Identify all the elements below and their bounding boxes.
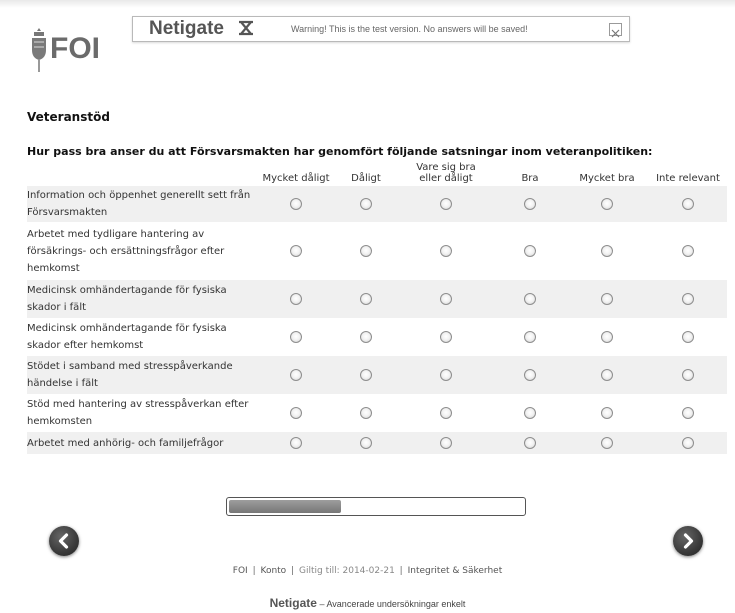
row-label: Medicinsk omhändertagande för fysiska sk… <box>27 280 257 318</box>
netigate-mark-icon <box>239 20 253 36</box>
radio-mycket-bra[interactable] <box>601 293 613 305</box>
footer-account-link[interactable]: Konto <box>260 566 286 576</box>
radio-bra[interactable] <box>524 331 536 343</box>
matrix-row: Stödet i samband med stresspåverkande hä… <box>27 356 727 394</box>
next-button[interactable] <box>673 526 703 556</box>
radio-inte-relevant[interactable] <box>682 331 694 343</box>
close-icon <box>611 29 620 38</box>
column-header: Mycket bra <box>579 173 635 184</box>
column-header: Dåligt <box>351 173 381 184</box>
radio-inte-relevant[interactable] <box>682 437 694 449</box>
top-shade <box>0 0 735 8</box>
warning-text: Warning! This is the test version. No an… <box>291 24 528 34</box>
radio-daligt[interactable] <box>360 198 372 210</box>
matrix-row: Information och öppenhet generellt sett … <box>27 186 727 222</box>
rating-matrix: Mycket dåligt Dåligt Vare sig bra eller … <box>27 160 727 454</box>
radio-bra[interactable] <box>524 293 536 305</box>
previous-button[interactable] <box>49 526 79 556</box>
radio-mycket-bra[interactable] <box>601 369 613 381</box>
radio-vare-sig[interactable] <box>440 437 452 449</box>
radio-mycket-daligt[interactable] <box>290 293 302 305</box>
matrix-row: Medicinsk omhändertagande för fysiska sk… <box>27 280 727 318</box>
footer-org-link[interactable]: FOI <box>233 566 248 576</box>
logo-text: FOI <box>50 32 100 65</box>
netigate-brand: Netigate <box>149 18 224 39</box>
radio-mycket-bra[interactable] <box>601 245 613 257</box>
radio-daligt[interactable] <box>360 245 372 257</box>
row-label: Arbetet med tydligare hantering av försä… <box>27 228 225 274</box>
matrix-corner <box>27 160 257 186</box>
radio-daligt[interactable] <box>360 293 372 305</box>
radio-mycket-bra[interactable] <box>601 331 613 343</box>
section-title: Veteranstöd <box>27 110 110 124</box>
radio-mycket-daligt[interactable] <box>290 369 302 381</box>
column-header: Mycket dåligt <box>262 173 330 184</box>
question-text: Hur pass bra anser du att Försvarsmakten… <box>27 145 653 158</box>
footer-privacy-link[interactable]: Integritet & Säkerhet <box>408 566 503 576</box>
powered-by: Netigate – Avancerade undersökningar enk… <box>0 596 735 610</box>
foi-logo: FOI <box>28 22 118 74</box>
radio-inte-relevant[interactable] <box>682 293 694 305</box>
column-header: Bra <box>521 173 539 184</box>
matrix-header-row: Mycket dåligt Dåligt Vare sig bra eller … <box>27 160 727 186</box>
progress-bar <box>226 497 526 516</box>
radio-mycket-bra[interactable] <box>601 198 613 210</box>
test-warning-bar: Netigate Warning! This is the test versi… <box>132 16 630 42</box>
row-label: Stödet i samband med stresspåverkande hä… <box>27 356 257 394</box>
row-label: Arbetet med anhörig- och familjefrågor <box>27 432 257 454</box>
radio-mycket-daligt[interactable] <box>290 331 302 343</box>
powered-tagline: – Avancerade undersökningar enkelt <box>319 599 466 609</box>
radio-bra[interactable] <box>524 407 536 419</box>
progress-fill <box>229 500 341 513</box>
footer-links: FOI | Konto | Giltig till: 2014-02-21 | … <box>0 566 735 576</box>
radio-mycket-daligt[interactable] <box>290 245 302 257</box>
radio-bra[interactable] <box>524 369 536 381</box>
radio-mycket-daligt[interactable] <box>290 407 302 419</box>
radio-daligt[interactable] <box>360 331 372 343</box>
footer-separator: | <box>291 566 295 576</box>
radio-mycket-bra[interactable] <box>601 407 613 419</box>
matrix-row: Arbetet med anhörig- och familjefrågor <box>27 432 727 454</box>
close-warning-button[interactable] <box>609 23 622 38</box>
radio-vare-sig[interactable] <box>440 407 452 419</box>
radio-daligt[interactable] <box>360 369 372 381</box>
crest-icon <box>32 28 46 72</box>
powered-brand: Netigate <box>269 596 317 610</box>
matrix-row: Stöd med hantering av stresspåverkan eft… <box>27 394 727 432</box>
chevron-left-icon <box>58 533 69 549</box>
radio-daligt[interactable] <box>360 407 372 419</box>
column-header: Inte relevant <box>656 173 720 184</box>
radio-vare-sig[interactable] <box>440 198 452 210</box>
radio-vare-sig[interactable] <box>440 293 452 305</box>
radio-vare-sig[interactable] <box>440 245 452 257</box>
radio-mycket-bra[interactable] <box>601 437 613 449</box>
row-label: Information och öppenhet generellt sett … <box>27 186 257 222</box>
footer-separator: | <box>252 566 256 576</box>
row-label: Medicinsk omhändertagande för fysiska sk… <box>27 323 227 351</box>
radio-mycket-daligt[interactable] <box>290 198 302 210</box>
radio-inte-relevant[interactable] <box>682 369 694 381</box>
radio-inte-relevant[interactable] <box>682 407 694 419</box>
radio-bra[interactable] <box>524 245 536 257</box>
matrix-row: Medicinsk omhändertagande för fysiska sk… <box>27 318 727 356</box>
radio-mycket-daligt[interactable] <box>290 437 302 449</box>
radio-daligt[interactable] <box>360 437 372 449</box>
matrix-row: Arbetet med tydligare hantering av försä… <box>27 222 727 280</box>
radio-inte-relevant[interactable] <box>682 198 694 210</box>
footer-separator: | <box>399 566 403 576</box>
footer-valid-until: Giltig till: 2014-02-21 <box>298 566 395 576</box>
radio-bra[interactable] <box>524 437 536 449</box>
radio-bra[interactable] <box>524 198 536 210</box>
radio-vare-sig[interactable] <box>440 369 452 381</box>
radio-vare-sig[interactable] <box>440 331 452 343</box>
chevron-right-icon <box>683 533 694 549</box>
column-header: Vare sig bra eller dåligt <box>416 162 476 184</box>
radio-inte-relevant[interactable] <box>682 245 694 257</box>
row-label: Stöd med hantering av stresspåverkan eft… <box>27 399 249 427</box>
